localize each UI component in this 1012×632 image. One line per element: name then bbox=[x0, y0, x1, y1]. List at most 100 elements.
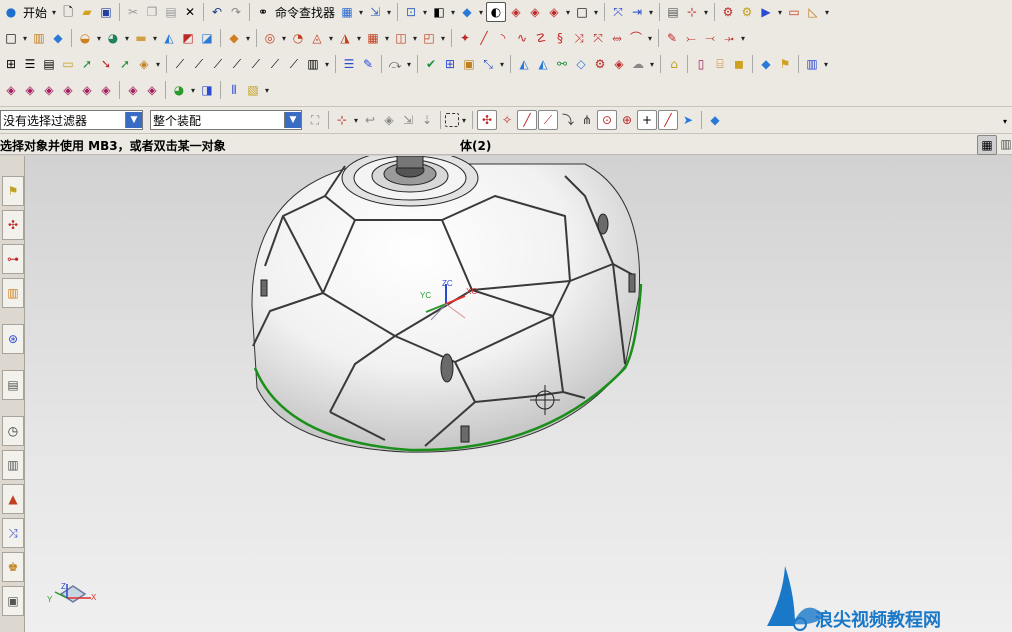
curve-icon[interactable]: ☡ bbox=[532, 29, 550, 47]
palette-icon[interactable]: ◕ bbox=[170, 81, 188, 99]
helix-icon[interactable]: § bbox=[551, 29, 569, 47]
spline-icon[interactable]: ∿ bbox=[513, 29, 531, 47]
layer-icon[interactable]: ▤ bbox=[664, 3, 682, 21]
ribbon-icon[interactable]: ◈ bbox=[2, 81, 20, 99]
chart-icon[interactable]: ▥ bbox=[304, 55, 322, 73]
start-icon[interactable]: ● bbox=[2, 3, 20, 21]
start-dropdown-icon[interactable]: ▾ bbox=[50, 8, 58, 17]
intersect-curve-icon[interactable]: ⤧ bbox=[589, 29, 607, 47]
ribbon-icon[interactable]: ◈ bbox=[97, 81, 115, 99]
snap-arc-icon[interactable]: ⋔ bbox=[578, 111, 596, 129]
model-canvas[interactable]: YC ZC XC X Y Z 浪尖视频教程网 bbox=[25, 156, 1012, 632]
flag-icon[interactable]: ⚑ bbox=[776, 55, 794, 73]
redo-icon[interactable]: ↷ bbox=[227, 3, 245, 21]
open-box-icon[interactable]: ⌸ bbox=[711, 55, 729, 73]
blue-surface-icon[interactable]: ◭ bbox=[515, 55, 533, 73]
roles-icon[interactable]: ⤨ bbox=[2, 518, 24, 548]
save-icon[interactable]: ▣ bbox=[97, 3, 115, 21]
edit-curve-icon[interactable]: ✎ bbox=[663, 29, 681, 47]
select-face-icon[interactable]: ⇣ bbox=[418, 111, 436, 129]
graphics-window[interactable]: YC ZC XC X Y Z 浪尖视频教程网 bbox=[25, 156, 1012, 632]
dropdown-icon[interactable]: ▾ bbox=[421, 8, 429, 17]
trim-curve-icon[interactable]: ⤚ bbox=[682, 29, 700, 47]
patch-icon[interactable]: ◇ bbox=[572, 55, 590, 73]
command-finder-label[interactable]: 命令查找器 bbox=[273, 4, 337, 21]
direction-icon[interactable]: ⤡ bbox=[479, 55, 497, 73]
copy-icon[interactable]: ❐ bbox=[143, 3, 161, 21]
pattern-icon[interactable]: ▦ bbox=[364, 29, 382, 47]
component-icon[interactable]: ◈ bbox=[135, 55, 153, 73]
block-icon[interactable]: ◆ bbox=[49, 29, 67, 47]
extrude-icon[interactable]: ◒ bbox=[76, 29, 94, 47]
ribbon-icon[interactable]: ◈ bbox=[59, 81, 77, 99]
toolbar-options-icon[interactable]: ▾ bbox=[1000, 113, 1010, 131]
dropdown-icon[interactable]: ▾ bbox=[592, 8, 600, 17]
dropdown-icon[interactable]: ▾ bbox=[352, 116, 360, 125]
select-body-icon[interactable]: ◈ bbox=[380, 111, 398, 129]
new-file-icon[interactable]: 🗋 bbox=[59, 3, 77, 21]
ribbon-icon[interactable]: ◈ bbox=[124, 81, 142, 99]
orient-view-icon[interactable]: ◧ bbox=[430, 3, 448, 21]
red-cube-icon[interactable]: ◈ bbox=[526, 3, 544, 21]
dropdown-icon[interactable]: ▾ bbox=[355, 34, 363, 43]
split-curve-icon[interactable]: ⤙ bbox=[701, 29, 719, 47]
revolve-icon[interactable]: ◕ bbox=[104, 29, 122, 47]
cloud-icon[interactable]: ☁ bbox=[629, 55, 647, 73]
point-icon[interactable]: ✦ bbox=[456, 29, 474, 47]
dropdown-icon[interactable]: ▾ bbox=[822, 60, 830, 69]
dropdown-icon[interactable]: ▾ bbox=[449, 8, 457, 17]
dropdown-icon[interactable]: ▾ bbox=[439, 34, 447, 43]
surface-icon[interactable]: ⟋ bbox=[171, 55, 189, 73]
snap-cube-icon[interactable]: ◆ bbox=[706, 111, 724, 129]
dropdown-icon[interactable]: ▾ bbox=[263, 86, 271, 95]
dropdown-icon[interactable]: ▾ bbox=[405, 60, 413, 69]
new-sketch-icon[interactable]: □ bbox=[2, 29, 20, 47]
hole-icon[interactable]: ◎ bbox=[261, 29, 279, 47]
surface-icon[interactable]: ⟋ bbox=[247, 55, 265, 73]
chamfer-icon[interactable]: ◬ bbox=[308, 29, 326, 47]
project-curve-icon[interactable]: ⤨ bbox=[570, 29, 588, 47]
dropdown-icon[interactable]: ▾ bbox=[327, 34, 335, 43]
dropdown-icon[interactable]: ▾ bbox=[21, 34, 29, 43]
mirror-icon[interactable]: ◫ bbox=[392, 29, 410, 47]
snap-on-face-icon[interactable]: ➤ bbox=[679, 111, 697, 129]
deselect-icon[interactable]: ↩ bbox=[361, 111, 379, 129]
check-icon[interactable]: ✔ bbox=[422, 55, 440, 73]
red-cube-icon[interactable]: ◈ bbox=[545, 3, 563, 21]
sweep-icon[interactable]: ⤼ bbox=[386, 55, 404, 73]
ribbon-icon[interactable]: ◈ bbox=[143, 81, 161, 99]
diamond-icon[interactable]: ◆ bbox=[757, 55, 775, 73]
dropdown-icon[interactable]: ▾ bbox=[477, 8, 485, 17]
snap-existing-icon[interactable]: + bbox=[637, 110, 657, 130]
surface-icon[interactable]: ⟋ bbox=[285, 55, 303, 73]
ruler-icon[interactable]: ▭ bbox=[785, 3, 803, 21]
filter-icon[interactable]: ⛶ bbox=[306, 111, 324, 129]
assembly-navigator-icon[interactable]: ⚑ bbox=[2, 176, 24, 206]
table-icon[interactable]: ▤ bbox=[40, 55, 58, 73]
analysis-icon[interactable]: ⚙ bbox=[719, 3, 737, 21]
snap-intersect-icon[interactable]: ⤵ bbox=[559, 111, 577, 129]
web-browser-icon[interactable]: ⊛ bbox=[2, 324, 24, 354]
red-arrow-icon[interactable]: ➘ bbox=[97, 55, 115, 73]
sheet-icon[interactable]: ▭ bbox=[59, 55, 77, 73]
visual-palette-icon[interactable]: ▥ bbox=[2, 450, 24, 480]
snap-center-icon[interactable]: ⊙ bbox=[597, 110, 617, 130]
offset-icon[interactable]: ◰ bbox=[420, 29, 438, 47]
render-style-icon[interactable]: ◐ bbox=[486, 2, 507, 22]
dropdown-icon[interactable]: ▾ bbox=[95, 34, 103, 43]
dropdown-icon[interactable]: ▾ bbox=[411, 34, 419, 43]
csys-icon[interactable]: ⤧ bbox=[609, 3, 627, 21]
dropdown-icon[interactable]: ▾ bbox=[151, 34, 159, 43]
layout-icon[interactable]: ▣ bbox=[2, 586, 24, 616]
part-navigator-icon[interactable]: ⊶ bbox=[2, 244, 24, 274]
select-mode-icon[interactable]: ⊹ bbox=[333, 111, 351, 129]
curve-length-icon[interactable]: ⤞ bbox=[720, 29, 738, 47]
arc-icon[interactable]: ◝ bbox=[494, 29, 512, 47]
surface-edit-icon[interactable]: ◈ bbox=[610, 55, 628, 73]
selection-scope-select[interactable]: 整个装配 ▼ bbox=[150, 110, 302, 130]
dropdown-icon[interactable]: ▾ bbox=[280, 34, 288, 43]
wcs-icon[interactable]: ⊹ bbox=[683, 3, 701, 21]
snap-end-icon[interactable]: ╱ bbox=[517, 110, 537, 130]
dropdown-icon[interactable]: ▾ bbox=[323, 60, 331, 69]
snap-mid-icon[interactable]: ✧ bbox=[498, 111, 516, 129]
